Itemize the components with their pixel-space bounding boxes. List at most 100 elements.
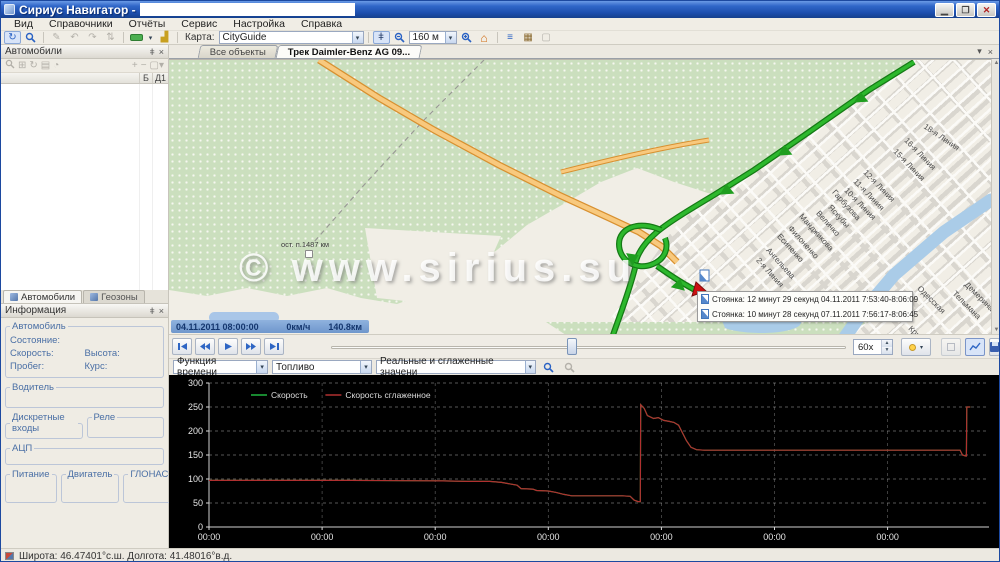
skip-to-start-button[interactable] [172,338,192,355]
hint-toggle-button[interactable]: ▾ [901,338,931,356]
spin-down-icon[interactable]: ▼ [882,347,892,354]
vehicle-icon[interactable] [128,31,145,44]
tab-all-objects[interactable]: Все объекты [198,45,279,58]
columns-icon[interactable]: ▢▾ [150,60,164,71]
chevron-down-icon[interactable]: ▾ [146,31,155,44]
close-icon[interactable]: × [159,47,164,57]
search-icon[interactable] [22,31,39,44]
placeholder-icon: ▢ [538,31,555,44]
menu-service[interactable]: Сервис [174,18,224,30]
column-b[interactable]: Б [139,73,152,83]
map-vertical-scrollbar[interactable]: ▲ ▼ [991,59,1000,334]
chart-ytick-label: 0 [198,522,203,532]
column-d1[interactable]: Д1 [152,73,168,83]
add-icon[interactable]: + [132,60,138,71]
chart-values-select[interactable]: Реальные и сглаженные значени ▾ [376,360,536,374]
refresh-icon[interactable]: ↻ [29,60,37,71]
legend-label: Скорость [271,390,308,400]
map-select[interactable]: CityGuide ▾ [219,31,364,44]
edit-icon[interactable]: ✎ [48,31,65,44]
tab-track-label: Трек Daimler-Benz AG 09... [288,47,410,58]
chevron-down-icon[interactable]: ▾ [256,361,267,373]
chart-zoom-in-icon[interactable] [540,361,557,374]
play-button[interactable] [218,338,238,355]
map-view[interactable]: 18-я Линия16-я Линия15-я Линия12-я Линия… [169,59,991,334]
menu-directories[interactable]: Справочники [42,18,120,30]
timeline-slider-track[interactable] [331,346,846,349]
chevron-down-icon[interactable]: ▾ [445,32,456,43]
discrete-inputs-group: Дискретные входы [5,412,83,439]
tab-vehicles[interactable]: Автомобили [3,290,82,303]
close-icon[interactable]: × [988,47,993,57]
tooltip-row[interactable]: Стоянка: 10 минут 28 секунд 07.11.2011 7… [701,309,909,319]
menu-view[interactable]: Вид [7,18,40,30]
street-label: Кривошлыкова [907,324,953,334]
chart-toolbar: Функция времени ▾ Топливо ▾ Реальные и с… [169,358,1000,375]
skip-to-end-button[interactable] [264,338,284,355]
chevron-down-icon[interactable]: ▾ [360,361,371,373]
close-icon[interactable]: × [159,306,164,316]
show-chart-button[interactable] [965,338,985,356]
timeline-slider-thumb[interactable] [567,338,577,355]
menu-settings[interactable]: Настройка [226,18,292,30]
home-icon[interactable]: ⌂ [476,31,493,44]
playback-speed-spinner[interactable]: 60x ▲▼ [853,339,893,355]
track-marker-icon[interactable]: ǂ [373,31,390,44]
group-icon[interactable]: ▤ [41,60,50,71]
redo-icon[interactable]: ↷ [84,31,101,44]
pin-icon[interactable]: ǂ [149,47,154,57]
vehicles-list[interactable] [1,84,168,290]
left-panel-tabs: Автомобили Геозоны [1,290,168,304]
scale-select[interactable]: 160 м ▾ [409,31,457,44]
list-icon[interactable]: ≡ [502,31,519,44]
stop-tooltip: Стоянка: 12 минут 29 секунд 04.11.2011 7… [697,291,913,322]
chart-xtick-label: 00:00 [763,532,786,542]
filter-icon[interactable]: ⊞ [18,60,26,71]
tab-track[interactable]: Трек Daimler-Benz AG 09... [276,45,423,58]
chart-zoom-out-icon[interactable] [561,361,578,374]
state-label: Состояние: [10,335,60,346]
spin-up-icon[interactable]: ▲ [882,340,892,347]
move-up-icon[interactable]: ⇅ [102,31,119,44]
speed-label: Скорость: [10,348,85,359]
zoom-in-icon[interactable] [458,31,475,44]
scroll-up-icon[interactable]: ▲ [994,60,1000,66]
globe-icon[interactable]: ◔ [53,60,59,71]
speed-chart[interactable]: 05010015020025030000:0000:0000:0000:0000… [169,375,1000,548]
zoom-out-icon[interactable] [391,31,408,44]
chevron-down-icon[interactable]: ▾ [525,361,535,373]
stop-markers-button[interactable] [941,338,961,356]
chart-series-line [209,405,970,502]
chevron-down-icon[interactable]: ▾ [977,46,982,57]
map-edit-icon[interactable]: ▦ [520,31,537,44]
minimize-button[interactable]: ▁ [935,3,954,17]
save-button[interactable] [989,338,1000,356]
search-icon[interactable] [5,59,15,72]
scroll-down-icon[interactable]: ▼ [994,327,1000,333]
menu-help[interactable]: Справка [294,18,349,30]
undo-icon[interactable]: ↶ [66,31,83,44]
chevron-down-icon[interactable]: ▾ [352,32,363,43]
restore-button[interactable]: ❐ [956,3,975,17]
tooltip-row[interactable]: Стоянка: 12 минут 29 секунд 04.11.2011 7… [701,294,909,304]
rewind-button[interactable] [195,338,215,355]
close-button[interactable]: ✕ [977,3,996,17]
chart-mode-select[interactable]: Функция времени ▾ [173,360,268,374]
map-label: Карта: [185,32,215,43]
pin-icon[interactable]: ǂ [149,306,154,316]
chevron-down-icon[interactable]: ▾ [920,344,923,351]
lightbulb-icon [909,344,916,351]
remove-icon[interactable]: − [141,60,147,71]
vehicles-column-header: Б Д1 [1,73,168,84]
status-bar: Широта: 46.47401°с.ш. Долгота: 41.48016°… [1,548,999,562]
chart-parameter-select[interactable]: Топливо ▾ [272,360,372,374]
map-tab-bar: Все объекты Трек Daimler-Benz AG 09... ▾… [169,45,1000,59]
track-datetime: 04.11.2011 08:00:00 [176,322,259,332]
chart-xtick-label: 00:00 [198,532,221,542]
tab-geozones[interactable]: Геозоны [83,290,145,303]
menu-reports[interactable]: Отчёты [122,18,173,30]
refresh-icon[interactable]: ↻ [4,31,21,44]
chart-xtick-label: 00:00 [876,532,899,542]
chart-icon[interactable]: ▟ [156,31,173,44]
fast-forward-button[interactable] [241,338,261,355]
